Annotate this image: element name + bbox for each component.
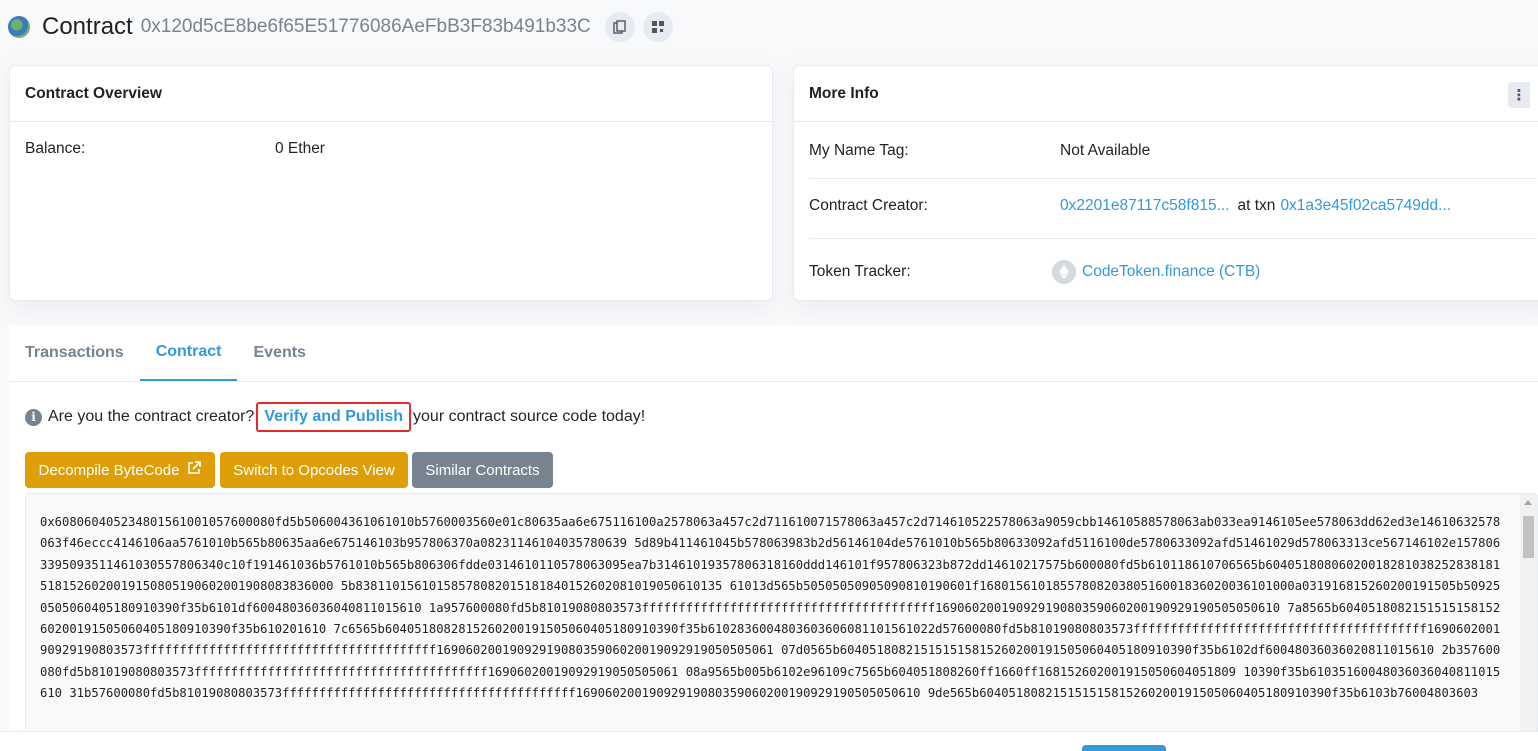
tab-transactions[interactable]: Transactions [9,325,140,381]
token-tracker-row: Token Tracker: CodeToken.finance (CTB) [809,260,1537,284]
tab-events[interactable]: Events [237,325,321,381]
bytecode-text: 0x608060405234801561001057600080fd5b5060… [40,515,1501,701]
copy-icon[interactable] [604,12,635,42]
scrollbar-thumb[interactable] [1523,516,1534,558]
balance-row: Balance: 0 Ether [25,140,757,158]
decompile-bytecode-button[interactable]: Decompile ByteCode [25,452,215,488]
token-tracker-link[interactable]: CodeToken.finance (CTB) [1082,263,1260,281]
balance-value: 0 Ether [275,140,325,157]
bytecode-textarea[interactable]: 0x608060405234801561001057600080fd5b5060… [25,493,1538,751]
bottom-bar [0,731,1538,751]
notice-pre-text: Are you the contract creator? [48,408,255,425]
qr-code-icon[interactable] [642,12,673,42]
divider [809,178,1537,179]
notice-post-text: your contract source code today! [413,408,646,425]
creator-txn-link[interactable]: 0x1a3e45f02ca5749dd... [1280,197,1451,215]
creator-row: Contract Creator: 0x2201e87117c58f815...… [809,197,1537,215]
contract-tabs: Transactions Contract Events [9,325,1538,382]
verify-notice: i Are you the contract creator? Verify a… [25,402,645,432]
token-tracker-label: Token Tracker: [809,263,911,280]
bottom-button[interactable] [1082,745,1166,751]
contract-address: 0x120d5cE8be6f65E51776086AeFbB3F83b491b3… [140,16,591,37]
creator-label: Contract Creator: [809,197,928,214]
more-options-icon[interactable]: ⋮ [1508,82,1530,108]
at-txn-text: at txn [1237,197,1276,214]
verify-and-publish-link[interactable]: Verify and Publish [256,402,412,432]
overview-heading: Contract Overview [10,66,772,122]
scroll-up-icon[interactable] [1524,500,1532,505]
more-info-heading: More Info [794,66,1538,122]
balance-label: Balance: [25,140,86,157]
external-link-icon [187,461,202,479]
similar-contracts-button[interactable]: Similar Contracts [412,452,553,488]
info-icon: i [25,408,42,426]
page-header: Contract 0x120d5cE8be6f65E51776086AeFbB3… [8,10,681,44]
page-title: Contract [42,13,133,40]
divider [809,238,1537,239]
name-tag-label: My Name Tag: [809,142,909,159]
switch-opcodes-button[interactable]: Switch to Opcodes View [220,452,408,488]
scrollbar[interactable] [1520,494,1537,750]
creator-address-link[interactable]: 0x2201e87117c58f815... [1060,197,1230,215]
site-logo-icon [8,16,30,38]
ethereum-icon [1052,260,1076,284]
tab-contract[interactable]: Contract [139,325,238,381]
decompile-label: Decompile ByteCode [38,461,180,479]
more-info-card: More Info ⋮ My Name Tag: Not Available C… [793,65,1538,301]
contract-overview-card: Contract Overview Balance: 0 Ether [9,65,773,301]
name-tag-row: My Name Tag: Not Available [809,142,1537,160]
name-tag-value: Not Available [1060,142,1151,159]
